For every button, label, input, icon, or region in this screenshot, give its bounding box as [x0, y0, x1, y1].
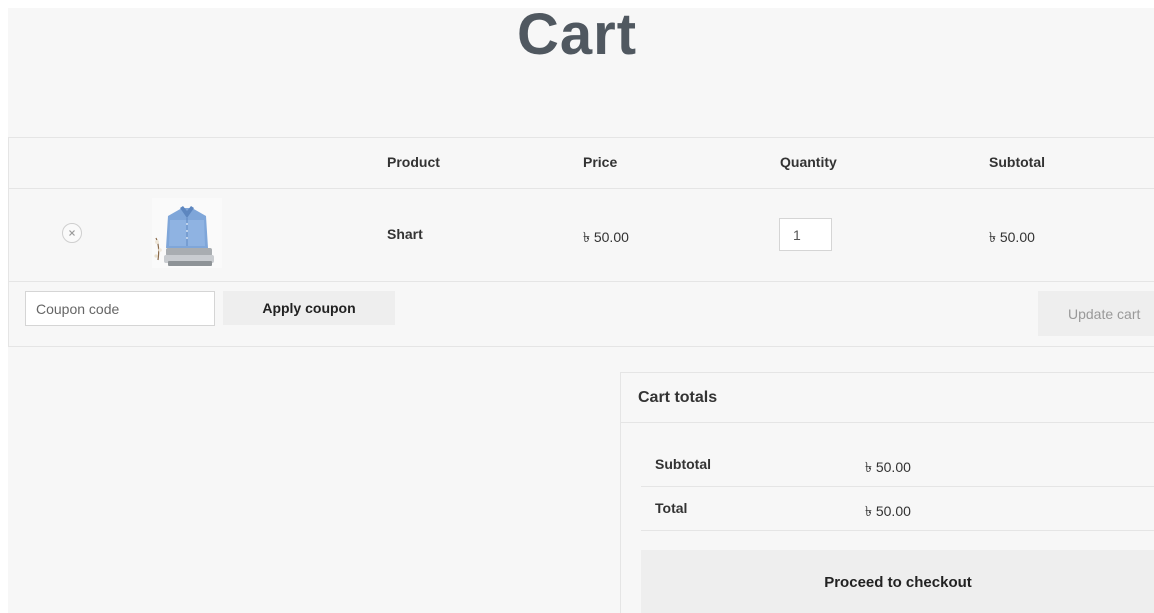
column-header-subtotal: Subtotal: [989, 154, 1045, 170]
update-cart-button[interactable]: Update cart: [1038, 291, 1154, 336]
product-price: ৳ 50.00: [583, 229, 629, 245]
cart-table-header: Product Price Quantity Subtotal: [9, 138, 1154, 189]
cart-actions: Apply coupon Update cart: [9, 281, 1154, 347]
totals-subtotal-value: ৳ 50.00: [865, 459, 911, 475]
cart-totals-title: Cart totals: [638, 389, 718, 406]
column-header-quantity: Quantity: [780, 154, 837, 170]
cart-page: Cart Product Price Quantity Subtotal Sha…: [0, 0, 1154, 613]
apply-coupon-button[interactable]: Apply coupon: [223, 291, 395, 325]
column-header-price: Price: [583, 154, 618, 170]
quantity-input[interactable]: [779, 218, 832, 251]
totals-subtotal-label: Subtotal: [655, 456, 711, 472]
product-thumbnail-folded-blue-shirt[interactable]: [152, 198, 222, 268]
proceed-to-checkout-button[interactable]: Proceed to checkout: [641, 550, 1154, 613]
table-row: Shart ৳ 50.00 ৳ 50.00: [9, 188, 1154, 282]
totals-row-total: Total ৳ 50.00: [641, 486, 1154, 531]
product-subtotal: ৳ 50.00: [989, 229, 1035, 245]
totals-total-value: ৳ 50.00: [865, 503, 911, 519]
totals-total-label: Total: [655, 500, 688, 516]
cart-table: Product Price Quantity Subtotal Shart ৳ …: [8, 137, 1154, 347]
totals-row-subtotal: Subtotal ৳ 50.00: [641, 442, 1154, 487]
coupon-code-input[interactable]: [25, 291, 215, 326]
cart-totals-header: Cart totals: [621, 373, 1154, 423]
page-title: Cart: [516, 2, 638, 67]
remove-circle-x-icon[interactable]: [62, 223, 82, 243]
cart-totals: Cart totals Subtotal ৳ 50.00 Total ৳ 50.…: [620, 372, 1154, 613]
product-name[interactable]: Shart: [387, 226, 423, 242]
column-header-product: Product: [387, 154, 440, 170]
